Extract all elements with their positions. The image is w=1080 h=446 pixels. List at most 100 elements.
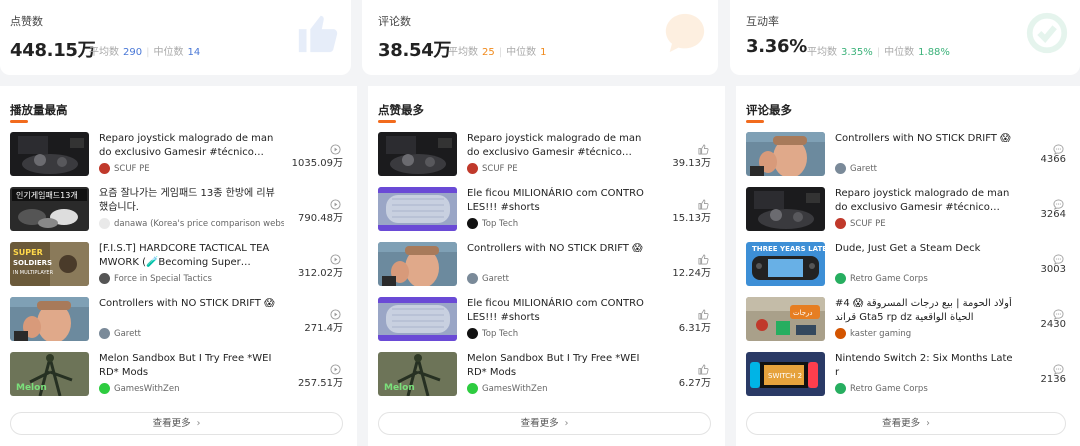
author[interactable]: danawa (Korea's price comparison webs… [99,218,284,229]
stat-card-likes: 点赞数 448.15万 平均数 290 | 中位数 14 [0,0,351,75]
play-icon [330,195,341,210]
video-title[interactable]: Melon Sandbox But I Try Free *WEIRD* Mod… [99,352,277,379]
author[interactable]: Garett [99,328,141,339]
stat-title: 评论数 [378,15,411,28]
list-item[interactable]: Melon Melon Sandbox But I Try Free *WEIRD… [378,352,711,398]
video-title[interactable]: Ele ficou MILIONÁRIO com CONTROLES!!! #s… [467,187,645,214]
video-thumbnail[interactable]: SUPER SOLDIERS IN MULTIPLAYER [10,242,89,286]
author[interactable]: GamesWithZen [99,383,179,394]
median-value: 1 [540,47,547,58]
video-thumbnail[interactable]: SWITCH 2 [746,352,825,396]
video-thumbnail[interactable]: Melon [378,352,457,396]
metric-value: 2136 [1040,374,1066,385]
video-thumbnail[interactable]: THREE YEARS LATER [746,242,825,286]
metric-value: 257.51万 [298,378,343,389]
metric-value: 6.31万 [678,323,711,334]
svg-text:THREE YEARS LATER: THREE YEARS LATER [752,245,825,253]
svg-text:SWITCH 2: SWITCH 2 [768,372,802,380]
author-name: kaster gaming [850,328,912,339]
list-item[interactable]: Melon Melon Sandbox But I Try Free *WEIRD… [10,352,343,398]
stat-value: 448.15万 [10,40,96,61]
author[interactable]: Top Tech [467,218,518,229]
video-title[interactable]: Ele ficou MILIONÁRIO com CONTROLES!!! #s… [467,297,645,324]
thumbs-up-icon [698,305,709,320]
author[interactable]: Retro Game Corps [835,383,928,394]
video-title[interactable]: Reparo joystick malogrado de mando exclu… [99,132,277,159]
list-item[interactable]: SUPER SOLDIERS IN MULTIPLAYER [F.I.S.T] HAR… [10,242,343,288]
video-title[interactable]: Controllers with NO STICK DRIFT 😱 [835,132,1013,146]
author-name: Garett [850,163,877,174]
author[interactable]: Top Tech [467,328,518,339]
title-underline [10,120,28,123]
comment-icon [1053,140,1064,155]
author[interactable]: Force in Special Tactics [99,273,212,284]
list-item[interactable]: Controllers with NO STICK DRIFT 😱 Garett 1… [378,242,711,288]
video-thumbnail[interactable] [746,187,825,231]
list-item[interactable]: THREE YEARS LATER Dude, Just Get a Steam … [746,242,1066,288]
video-title[interactable]: Controllers with NO STICK DRIFT 😱 [467,242,645,256]
metric-value: 790.48万 [298,213,343,224]
list-item[interactable]: Ele ficou MILIONÁRIO com CONTROLES!!! #s… [378,187,711,233]
video-thumbnail[interactable] [378,242,457,286]
metric-value: 1035.09万 [291,158,343,169]
video-title[interactable]: Melon Sandbox But I Try Free *WEIRD* Mod… [467,352,645,379]
author[interactable]: kaster gaming [835,328,911,339]
author-avatar [835,328,846,339]
title-underline [378,120,396,123]
view-more-button[interactable]: 查看更多 › [746,412,1066,435]
view-more-button[interactable]: 查看更多 › [10,412,343,435]
list-item[interactable]: Controllers with NO STICK DRIFT 😱 Garett 4… [746,132,1066,178]
video-title[interactable]: [F.I.S.T] HARDCORE TACTICAL TEAMWORK (🧪B… [99,242,277,269]
video-title[interactable]: Reparo joystick malogrado de mando exclu… [467,132,645,159]
metric-value: 2430 [1040,319,1066,330]
video-thumbnail[interactable] [378,132,457,176]
list-item[interactable]: Reparo joystick malogrado de mando exclu… [746,187,1066,233]
video-thumbnail[interactable] [746,132,825,176]
list-item[interactable]: Reparo joystick malogrado de mando exclu… [378,132,711,178]
video-title[interactable]: Dude, Just Get a Steam Deck [835,242,1013,256]
view-more-label: 查看更多 [882,418,921,429]
list-item[interactable]: 인기게임패드13개 요즘 잘나가는 게임패드 13종 한방에 리뷰했습니다. dan… [10,187,343,233]
video-thumbnail[interactable] [378,297,457,341]
play-icon [330,140,341,155]
video-title[interactable]: Controllers with NO STICK DRIFT 😱 [99,297,277,311]
author[interactable]: SCUF PE [835,218,886,229]
author[interactable]: GamesWithZen [467,383,547,394]
stat-meta: 平均数 25 | 中位数 1 [448,47,547,58]
list-item[interactable]: Ele ficou MILIONÁRIO com CONTROLES!!! #s… [378,297,711,343]
stat-meta: 平均数 3.35% | 中位数 1.88% [807,47,950,58]
video-thumbnail[interactable]: 인기게임패드13개 [10,187,89,231]
author[interactable]: SCUF PE [99,163,150,174]
author[interactable]: Garett [835,163,877,174]
panel-title: 评论最多 [746,103,792,117]
author[interactable]: SCUF PE [467,163,518,174]
video-title[interactable]: Reparo joystick malogrado de mando exclu… [835,187,1013,214]
video-thumbnail[interactable] [10,132,89,176]
video-thumbnail[interactable]: Melon [10,352,89,396]
panel-most-liked: 点赞最多 Reparo joystick malogrado de mando e… [368,86,725,446]
author-avatar [467,163,478,174]
median-label: 中位数 [884,47,915,58]
list-item[interactable]: Controllers with NO STICK DRIFT 😱 Garett 2… [10,297,343,343]
comment-icon [1053,305,1064,320]
video-thumbnail[interactable] [378,187,457,231]
chevron-right-icon: › [196,418,201,429]
video-title[interactable]: Nintendo Switch 2: Six Months Later [835,352,1013,379]
panel-most-played: 播放量最高 Reparo joystick malogrado de mando … [0,86,357,446]
stat-card-engagement: 互动率 3.36% 平均数 3.35% | 中位数 1.88% [730,0,1080,75]
avg-value: 3.35% [841,47,873,58]
video-thumbnail[interactable]: درجات [746,297,825,341]
author[interactable]: Retro Game Corps [835,273,928,284]
list-item[interactable]: SWITCH 2 Nintendo Switch 2: Six Months La… [746,352,1066,398]
author-name: Garett [114,328,141,339]
view-more-button[interactable]: 查看更多 › [378,412,711,435]
list-item[interactable]: Reparo joystick malogrado de mando exclu… [10,132,343,178]
author[interactable]: Garett [467,273,509,284]
author-avatar [467,218,478,229]
metric-value: 3264 [1040,209,1066,220]
list-item[interactable]: درجات #4 أولاد الحومة | بيع درجات المسروق… [746,297,1066,343]
author-name: GamesWithZen [114,383,180,394]
video-title[interactable]: 요즘 잘나가는 게임패드 13종 한방에 리뷰했습니다. [99,187,277,214]
video-thumbnail[interactable] [10,297,89,341]
video-title[interactable]: #4 أولاد الحومة | بيع درجات المسروقة 😱 ق… [835,297,1013,324]
